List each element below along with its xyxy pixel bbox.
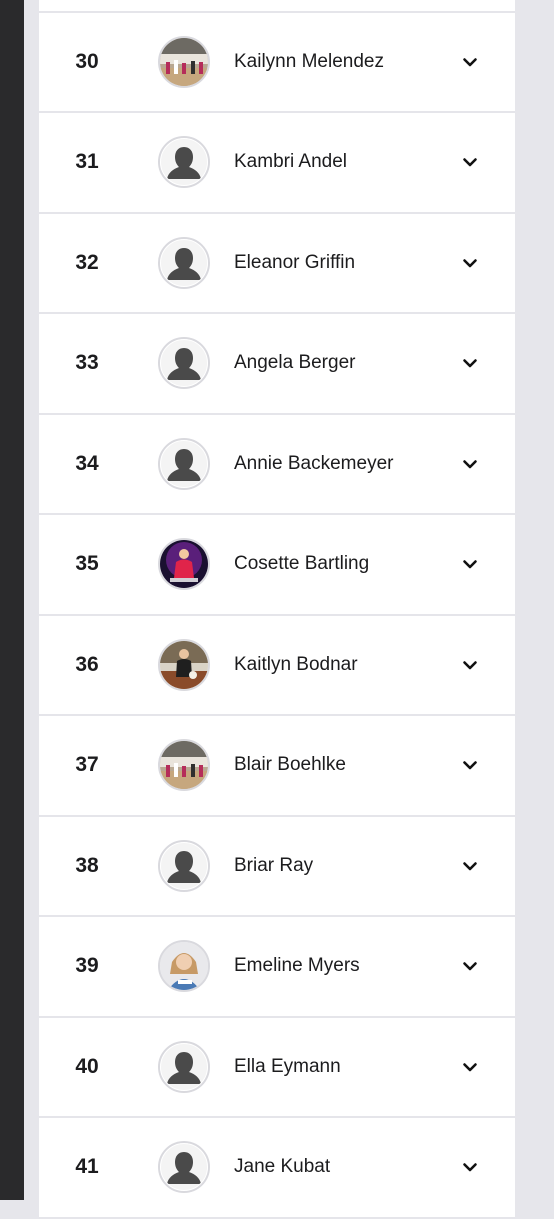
ranking-row[interactable]: 31 Kambri Andel: [39, 113, 515, 214]
chevron-down-icon[interactable]: [461, 354, 479, 372]
player-name: Jane Kubat: [234, 1156, 331, 1178]
player-name: Blair Boehlke: [234, 754, 346, 776]
chevron-down-icon[interactable]: [461, 756, 479, 774]
left-edge-strip: [0, 0, 24, 1200]
player-name: Ella Eymann: [234, 1055, 341, 1077]
player-name: Annie Backemeyer: [234, 452, 394, 474]
ranking-row[interactable]: [39, 0, 515, 13]
player-avatar: [158, 638, 210, 691]
player-avatar: [158, 940, 210, 993]
player-avatar: [158, 337, 210, 390]
rank-number: 39: [75, 954, 99, 978]
ranking-row[interactable]: 35 Cosette Bartling: [39, 515, 515, 616]
ranking-row[interactable]: 33 Angela Berger: [39, 314, 515, 415]
ranking-row[interactable]: 32 Eleanor Griffin: [39, 213, 515, 314]
ranking-row[interactable]: 34 Annie Backemeyer: [39, 414, 515, 515]
rank-number: 36: [75, 652, 99, 676]
ranking-row[interactable]: 37 Blair Boehlke: [39, 716, 515, 817]
player-name: Eleanor Griffin: [234, 251, 356, 273]
ranking-row[interactable]: 38 Briar Ray: [39, 816, 515, 917]
rank-number: 32: [75, 250, 99, 274]
ranking-row[interactable]: 39 Emeline Myers: [39, 917, 515, 1018]
player-avatar: [158, 839, 210, 892]
chevron-down-icon[interactable]: [461, 555, 479, 573]
player-avatar: [158, 236, 210, 289]
player-name: Emeline Myers: [234, 955, 360, 977]
chevron-down-icon[interactable]: [461, 957, 479, 975]
ranking-row[interactable]: 41 Jane Kubat: [39, 1118, 515, 1219]
player-avatar: [158, 437, 210, 490]
rank-number: 38: [75, 853, 99, 877]
player-name: Kailynn Melendez: [234, 50, 384, 72]
rank-number: 41: [75, 1155, 99, 1179]
ranking-row[interactable]: 30 Kailynn Melendez: [39, 12, 515, 113]
player-name: Cosette Bartling: [234, 553, 370, 575]
rank-number: 37: [75, 753, 99, 777]
chevron-down-icon[interactable]: [461, 455, 479, 473]
chevron-down-icon[interactable]: [461, 53, 479, 71]
rank-number: 33: [75, 351, 99, 375]
player-avatar: [158, 1040, 210, 1093]
chevron-down-icon[interactable]: [461, 1158, 479, 1176]
rank-number: 40: [75, 1054, 99, 1078]
player-avatar: [158, 1141, 210, 1194]
rank-number: 30: [75, 49, 99, 73]
rank-number: 31: [75, 150, 99, 174]
ranking-row[interactable]: 40 Ella Eymann: [39, 1017, 515, 1118]
player-name: Briar Ray: [234, 854, 314, 876]
player-ranking-list: 30 Kailynn Melendez 31 Kambri Andel 32 E…: [39, 0, 515, 1219]
player-name: Kambri Andel: [234, 151, 348, 173]
chevron-down-icon[interactable]: [461, 254, 479, 272]
chevron-down-icon[interactable]: [461, 656, 479, 674]
rank-number: 34: [75, 451, 99, 475]
player-avatar: [158, 538, 210, 591]
player-avatar: [158, 136, 210, 189]
chevron-down-icon[interactable]: [461, 153, 479, 171]
player-name: Kaitlyn Bodnar: [234, 653, 358, 675]
rank-number: 35: [75, 552, 99, 576]
chevron-down-icon[interactable]: [461, 1058, 479, 1076]
chevron-down-icon[interactable]: [461, 857, 479, 875]
player-name: Angela Berger: [234, 352, 356, 374]
player-avatar: [158, 35, 210, 88]
rank-number: [39, 0, 135, 11]
ranking-row[interactable]: 36 Kaitlyn Bodnar: [39, 615, 515, 716]
player-avatar: [158, 739, 210, 792]
